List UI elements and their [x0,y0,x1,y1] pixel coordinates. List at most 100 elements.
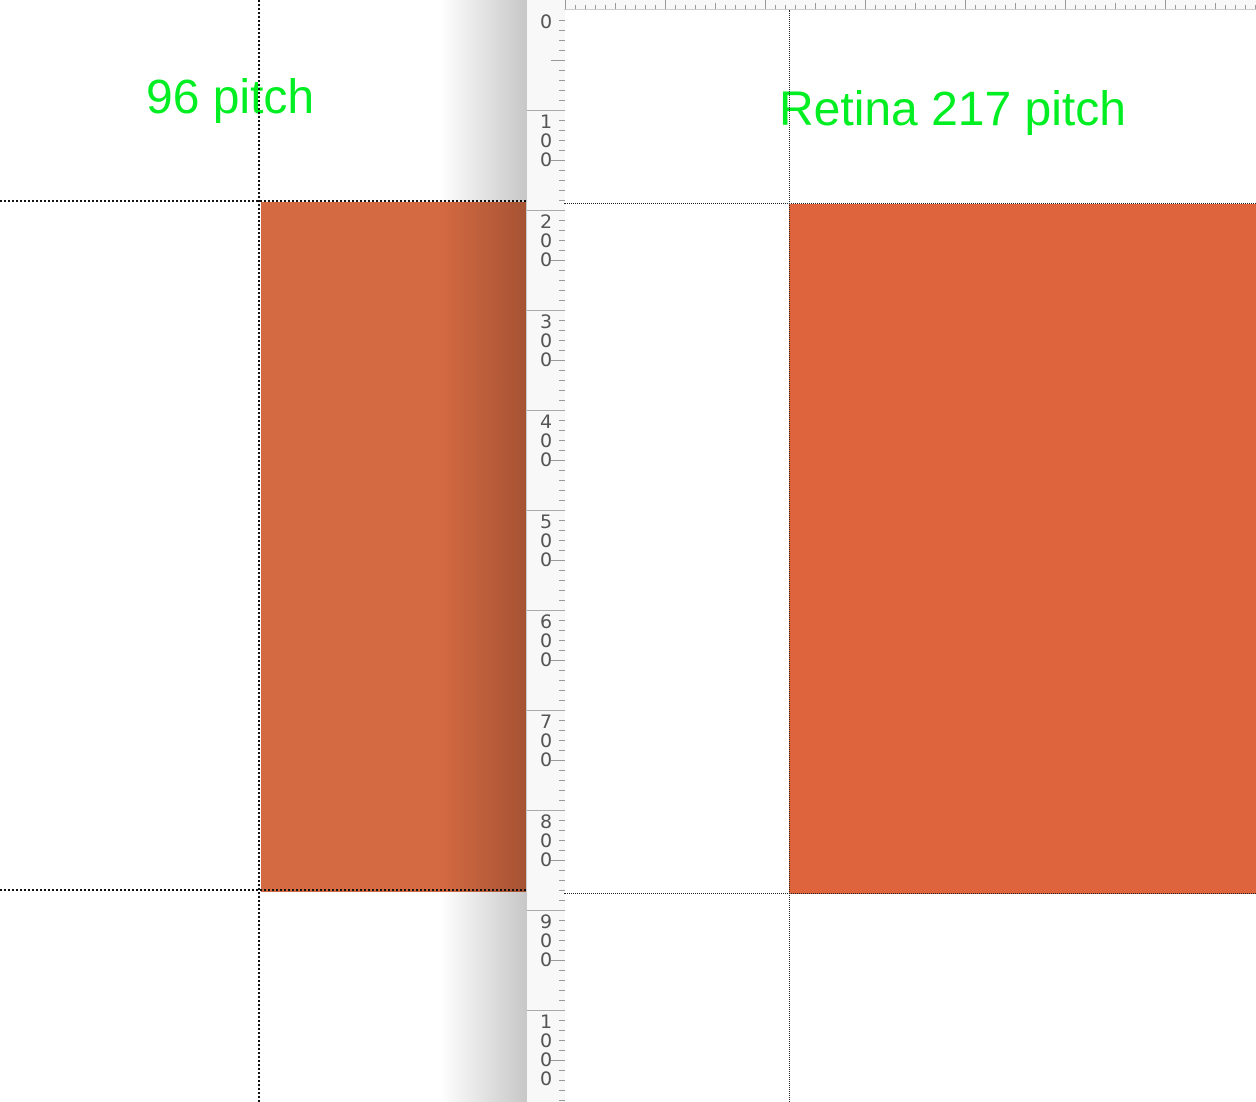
ruler-tick [1035,5,1036,9]
ruler-tick [1235,5,1236,9]
ruler-tick [551,60,565,61]
ruler-tick [855,5,856,9]
ruler-tick [735,5,736,9]
ruler-tick [745,5,746,9]
right-label: Retina 217 pitch [779,83,1126,136]
ruler-tick [1205,5,1206,9]
ruler-tick [1245,5,1246,9]
ruler-tick [915,3,916,9]
ruler-tick [955,5,956,9]
ruler-tick [1095,5,1096,9]
ruler-tick [815,3,816,9]
ruler-tick [1015,3,1016,9]
right-rectangle [789,204,1256,894]
ruler-tick [875,5,876,9]
ruler-tick [695,5,696,9]
guide-line-horizontal [0,200,526,202]
right-canvas-retina: Retina 217 pitch [564,10,1256,1102]
ruler-tick [575,5,576,9]
ruler-tick [551,1060,565,1061]
ruler-tick [565,0,566,9]
ruler-tick [1055,5,1056,9]
ruler-tick [615,3,616,9]
ruler-tick [925,5,926,9]
ruler-tick [685,5,686,9]
ruler-tick [975,5,976,9]
ruler-tick [1215,3,1216,9]
ruler-tick [1145,5,1146,9]
ruler-tick [1085,5,1086,9]
ruler-tick [795,5,796,9]
ruler-tick [1185,5,1186,9]
ruler-tick [605,5,606,9]
ruler-tick [551,560,565,561]
left-rectangle [261,202,526,892]
ruler-tick [551,860,565,861]
ruler-tick [1195,5,1196,9]
ruler-tick [945,5,946,9]
ruler-tick [551,760,565,761]
ruler-tick [635,5,636,9]
ruler-tick [1005,5,1006,9]
ruler-tick [1135,5,1136,9]
ruler-tick [1155,5,1156,9]
ruler-tick [551,660,565,661]
ruler-label: 800 [539,811,553,871]
ruler-tick [1125,5,1126,9]
ruler-tick [775,5,776,9]
ruler-tick [1115,3,1116,9]
ruler-tick [551,960,565,961]
ruler-label: 200 [539,211,553,271]
ruler-tick [1045,5,1046,9]
horizontal-ruler[interactable] [564,0,1256,10]
guide-line-vertical [789,10,790,1102]
ruler-label: 300 [539,311,553,371]
ruler-tick [895,5,896,9]
ruler-tick [675,5,676,9]
ruler-label: 500 [539,511,553,571]
guide-line-vertical [258,0,260,1102]
ruler-tick [905,5,906,9]
ruler-label: 400 [539,411,553,471]
ruler-tick [1165,0,1166,9]
ruler-tick [1025,5,1026,9]
ruler-tick [1075,5,1076,9]
ruler-tick [805,5,806,9]
ruler-tick [765,0,766,9]
ruler-tick [551,260,565,261]
ruler-tick [665,0,666,9]
ruler-tick [715,3,716,9]
ruler-tick [725,5,726,9]
ruler-tick [835,5,836,9]
ruler-label: 0 [539,11,553,33]
ruler-tick [655,5,656,9]
ruler-label: 700 [539,711,553,771]
ruler-tick [551,460,565,461]
ruler-tick [625,5,626,9]
ruler-tick [825,5,826,9]
ruler-label: 100 [539,111,553,171]
ruler-tick [1175,5,1176,9]
ruler-label: 600 [539,611,553,671]
ruler-tick [755,5,756,9]
ruler-tick [885,5,886,9]
ruler-tick [585,5,586,9]
left-label: 96 pitch [146,71,315,124]
vertical-ruler[interactable]: 0 100 200 300 400 500 600 700 800 900 1000 [526,0,565,1102]
ruler-tick [595,5,596,9]
ruler-tick [865,0,866,9]
guide-line-horizontal [564,203,1256,204]
ruler-tick [551,360,565,361]
ruler-label: 1000 [539,1011,553,1090]
ruler-label: 900 [539,911,553,971]
ruler-tick [965,0,966,9]
left-canvas-96-pitch: 96 pitch [0,0,526,1102]
ruler-tick [995,5,996,9]
ruler-tick [1065,0,1066,9]
ruler-tick [785,5,786,9]
ruler-tick [1105,5,1106,9]
ruler-tick [1225,5,1226,9]
ruler-tick [705,5,706,9]
ruler-tick [935,5,936,9]
ruler-tick [551,160,565,161]
